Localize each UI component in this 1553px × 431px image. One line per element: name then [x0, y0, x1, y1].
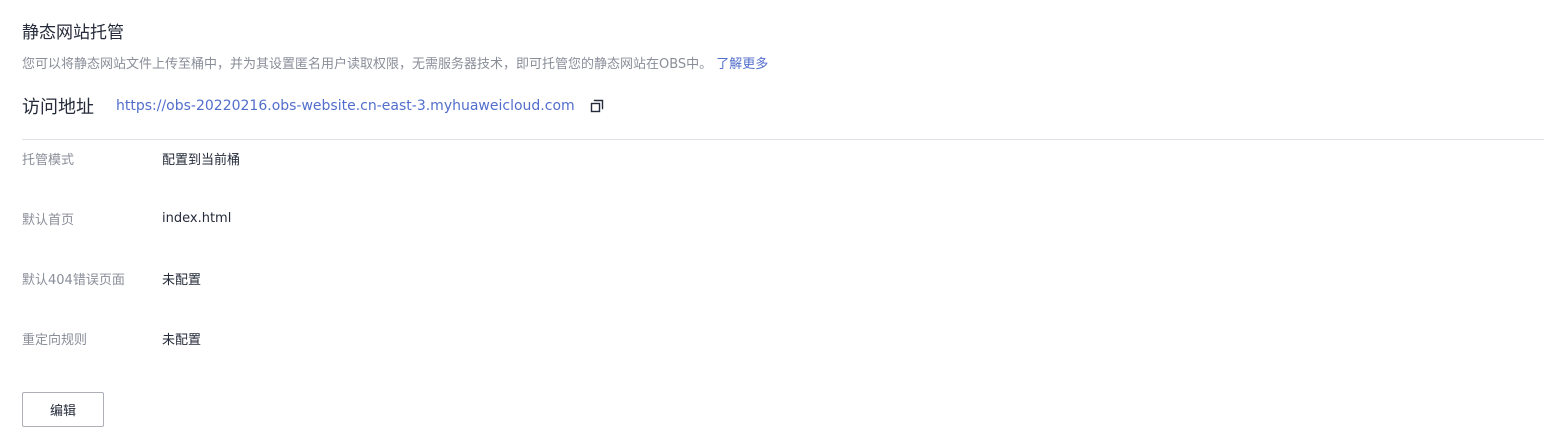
- field-value: 未配置: [162, 272, 202, 288]
- field-label: 默认404错误页面: [22, 272, 125, 288]
- field-value: 配置到当前桶: [162, 152, 241, 168]
- field-hosting-mode: 托管模式 配置到当前桶: [22, 148, 240, 168]
- learn-more-link[interactable]: 了解更多: [716, 57, 768, 72]
- field-value: 未配置: [162, 332, 202, 348]
- access-url-link[interactable]: https://obs-20220216.obs-website.cn-east…: [116, 98, 575, 114]
- description-text: 您可以将静态网站文件上传至桶中，并为其设置匿名用户读取权限，无需服务器技术，即可…: [22, 57, 713, 72]
- field-default-404: 默认404错误页面 未配置: [22, 268, 201, 288]
- field-label: 托管模式: [22, 152, 75, 168]
- section-description: 您可以将静态网站文件上传至桶中，并为其设置匿名用户读取权限，无需服务器技术，即可…: [22, 56, 768, 74]
- edit-button[interactable]: 编辑: [22, 392, 104, 427]
- access-url-row: 访问地址 https://obs-20220216.obs-website.cn…: [22, 93, 605, 119]
- field-value: index.html: [162, 210, 232, 226]
- static-website-hosting-panel: 静态网站托管 您可以将静态网站文件上传至桶中，并为其设置匿名用户读取权限，无需服…: [0, 0, 1553, 431]
- divider: [22, 139, 1544, 140]
- section-title: 静态网站托管: [22, 23, 124, 43]
- field-redirect-rules: 重定向规则 未配置: [22, 328, 201, 348]
- access-url-label: 访问地址: [22, 97, 94, 118]
- field-default-index: 默认首页 index.html: [22, 208, 231, 228]
- field-label: 重定向规则: [22, 332, 88, 348]
- field-label: 默认首页: [22, 212, 75, 228]
- copy-icon[interactable]: [589, 98, 605, 114]
